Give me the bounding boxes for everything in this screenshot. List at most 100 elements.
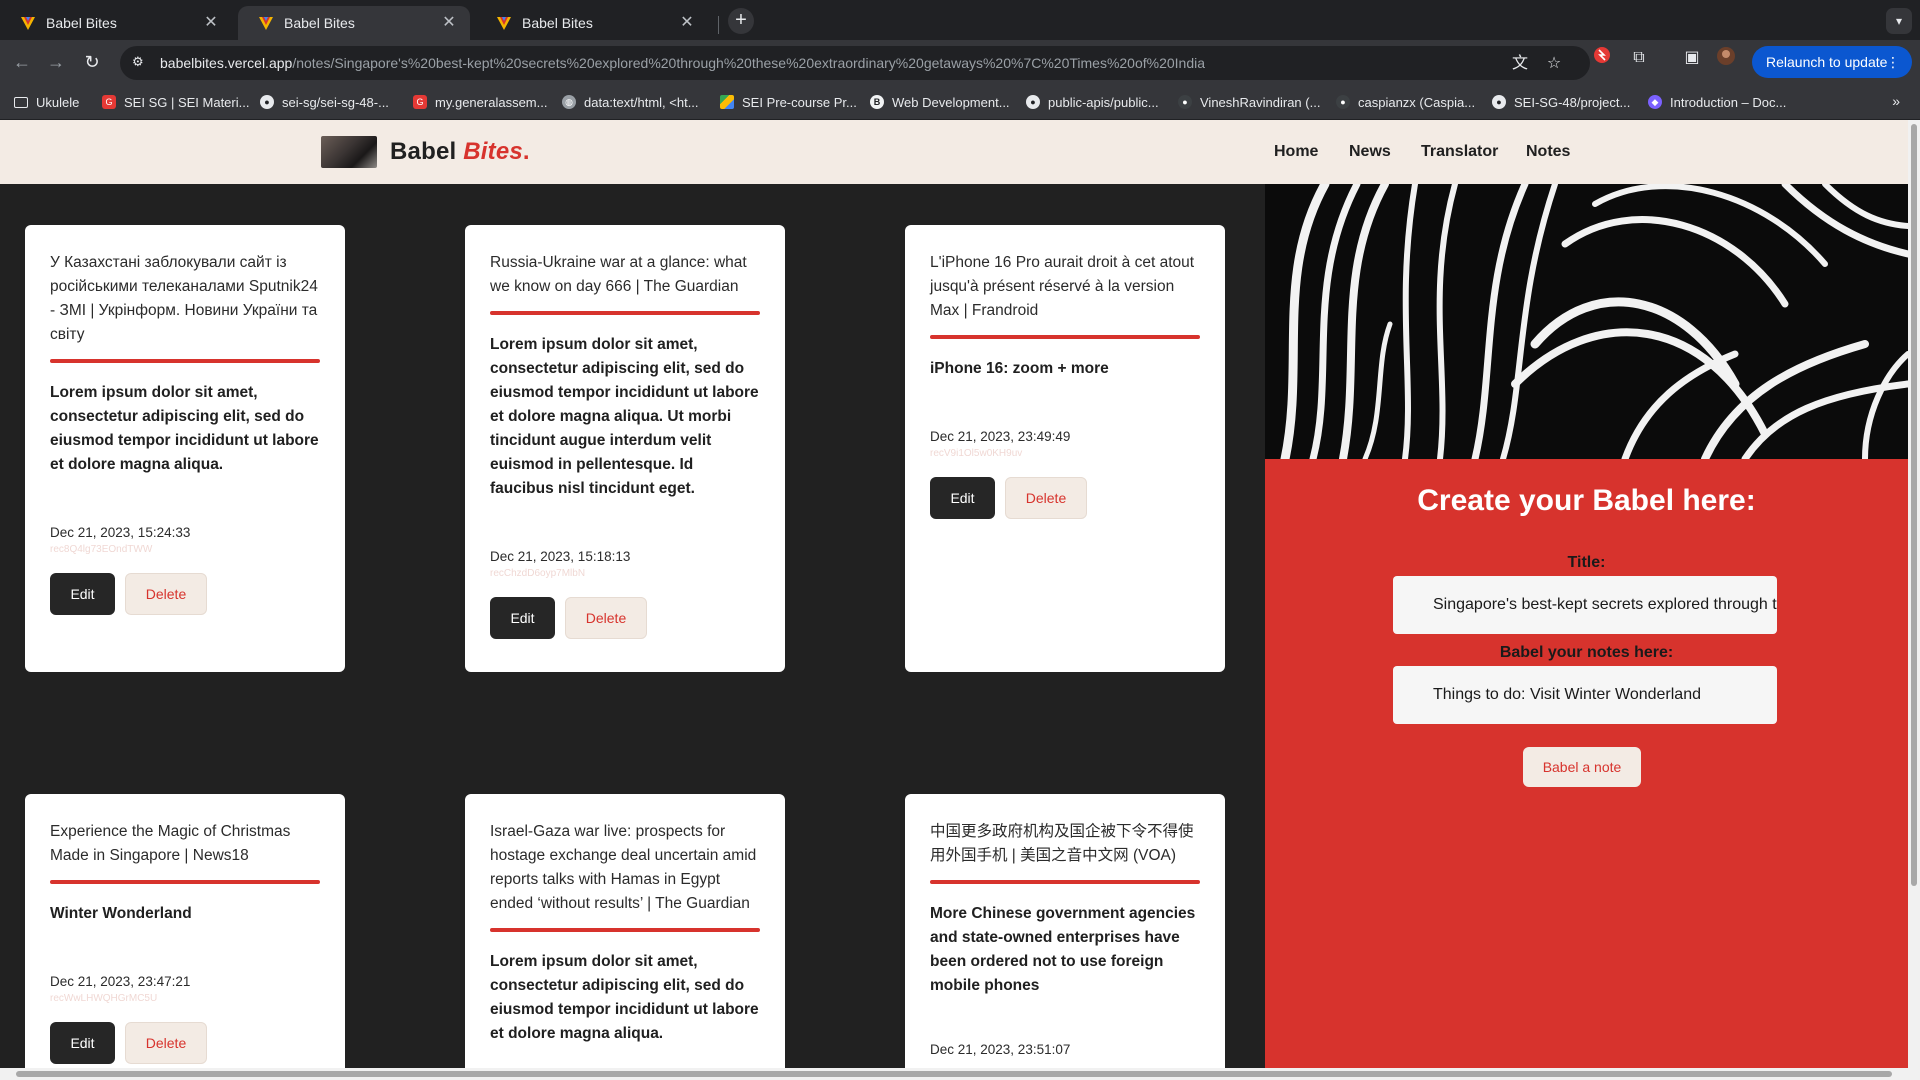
edit-button[interactable]: Edit bbox=[930, 477, 995, 519]
bookmark-label: SEI Pre-course Pr... bbox=[742, 94, 857, 110]
card-record-id: recChzdD6oyp7MlbN bbox=[490, 568, 586, 579]
delete-button[interactable]: Delete bbox=[125, 573, 207, 615]
relaunch-label: Relaunch to update bbox=[1766, 54, 1888, 70]
horizontal-scrollbar[interactable] bbox=[0, 1068, 1908, 1080]
card-body: iPhone 16: zoom + more bbox=[930, 360, 1109, 377]
title-input[interactable]: Singapore's best-kept secrets explored t… bbox=[1393, 576, 1777, 634]
card-record-id: rec8Q4lg73EOndTWW bbox=[50, 544, 153, 555]
babel-a-note-button[interactable]: Babel a note bbox=[1523, 747, 1641, 787]
edit-button[interactable]: Edit bbox=[50, 1022, 115, 1064]
bookmark-item[interactable]: G SEI SG | SEI Materi... bbox=[102, 93, 249, 111]
card-body: Lorem ipsum dolor sit amet, consectetur … bbox=[490, 953, 759, 1042]
logo-image[interactable] bbox=[321, 136, 377, 168]
scrollbar-thumb[interactable] bbox=[16, 1071, 1892, 1077]
github-icon: ● bbox=[1026, 95, 1040, 109]
site-settings-icon[interactable]: ⚙ bbox=[132, 54, 150, 72]
scrollbar-thumb[interactable] bbox=[1911, 124, 1917, 886]
bookmark-star-icon[interactable]: ☆ bbox=[1544, 54, 1564, 74]
side-panel-icon[interactable]: ▣ bbox=[1680, 46, 1704, 70]
babel-favicon-icon bbox=[21, 17, 35, 30]
bookmark-item[interactable]: ● SEI-SG-48/project... bbox=[1492, 93, 1630, 111]
folder-icon bbox=[14, 96, 28, 108]
card-title: Russia-Ukraine war at a glance: what we … bbox=[490, 254, 747, 295]
address-bar[interactable]: ⚙ babelbites.vercel.app/notes/Singapore'… bbox=[120, 46, 1590, 80]
bookmark-item[interactable]: Gmy.generalassem... bbox=[413, 93, 547, 111]
babel-favicon-icon bbox=[497, 17, 511, 30]
tab-search-button[interactable]: ▾ bbox=[1886, 8, 1912, 34]
browser-tab-2[interactable]: Babel Bites ✕ bbox=[238, 6, 470, 40]
close-tab-icon[interactable]: ✕ bbox=[678, 14, 696, 32]
title-label: Title: bbox=[1567, 554, 1606, 571]
delete-button[interactable]: Delete bbox=[565, 597, 647, 639]
brand-accent: Bites bbox=[463, 138, 523, 165]
edit-button[interactable]: Edit bbox=[490, 597, 555, 639]
abstract-lines-image bbox=[1265, 184, 1908, 459]
card-date: Dec 21, 2023, 15:18:13 bbox=[490, 549, 631, 564]
delete-button[interactable]: Delete bbox=[125, 1022, 207, 1064]
brand-logo[interactable]: Babel Bites. bbox=[390, 138, 530, 166]
delete-button[interactable]: Delete bbox=[1005, 477, 1087, 519]
card-body: More Chinese government agencies and sta… bbox=[930, 905, 1196, 994]
note-card: У Казахстані заблокували сайт із російсь… bbox=[25, 225, 345, 672]
new-tab-button[interactable]: + bbox=[728, 8, 754, 34]
github-icon: ● bbox=[1336, 95, 1350, 109]
nav-home[interactable]: Home bbox=[1274, 143, 1318, 161]
drive-icon bbox=[720, 95, 734, 109]
bookmark-label: VineshRavindiran (... bbox=[1200, 94, 1321, 110]
card-body: Lorem ipsum dolor sit amet, consectetur … bbox=[50, 384, 319, 473]
card-title: Experience the Magic of Christmas Made i… bbox=[50, 823, 291, 864]
url-text[interactable]: babelbites.vercel.app/notes/Singapore's%… bbox=[160, 55, 1205, 71]
bookmark-item[interactable]: ● public-apis/public... bbox=[1026, 93, 1159, 111]
more-menu-icon[interactable]: ⋮ bbox=[1886, 46, 1900, 78]
bookmark-label: my.generalassem... bbox=[435, 94, 548, 110]
profile-avatar-icon[interactable] bbox=[1714, 46, 1738, 70]
extension-red-icon[interactable] bbox=[1590, 46, 1614, 70]
translate-icon[interactable]: 文 bbox=[1510, 54, 1530, 74]
bookmark-item[interactable]: ● sei-sg/sei-sg-48-... bbox=[260, 93, 389, 111]
globe-icon: ◍ bbox=[562, 95, 576, 109]
doc-icon: ◆ bbox=[1648, 95, 1662, 109]
bookmark-item[interactable]: SEI Pre-course Pr... bbox=[720, 93, 857, 111]
note-card: Russia-Ukraine war at a glance: what we … bbox=[465, 225, 785, 672]
notes-input[interactable]: Things to do: Visit Winter Wonderland bbox=[1393, 666, 1777, 724]
bookmark-item[interactable]: ● VineshRavindiran (... bbox=[1178, 93, 1320, 111]
card-divider bbox=[930, 880, 1200, 884]
card-date: Dec 21, 2023, 15:24:33 bbox=[50, 525, 191, 540]
bookmark-label: Ukulele bbox=[36, 94, 80, 110]
bookmark-item[interactable]: ◍ data:text/html, <ht... bbox=[562, 93, 699, 111]
note-card: Experience the Magic of Christmas Made i… bbox=[25, 794, 345, 1080]
back-arrow-icon[interactable]: ← bbox=[10, 50, 34, 74]
tab-title: Babel Bites bbox=[46, 15, 117, 31]
relaunch-to-update-button[interactable]: Relaunch to update ⋮ bbox=[1752, 46, 1912, 78]
webpage: Babel Bites. Home News Translator Notes … bbox=[0, 120, 1908, 1080]
card-record-id: recWwLHWQHGrMC5U bbox=[50, 993, 158, 1004]
more-bookmarks-icon[interactable]: » bbox=[1892, 93, 1900, 109]
bookmark-item[interactable]: Ukulele bbox=[14, 93, 79, 111]
bookmark-label: sei-sg/sei-sg-48-... bbox=[282, 94, 389, 110]
nav-translator[interactable]: Translator bbox=[1421, 143, 1498, 161]
card-divider bbox=[490, 928, 760, 932]
ga-icon: G bbox=[413, 95, 427, 109]
nav-notes[interactable]: Notes bbox=[1526, 143, 1570, 161]
bookmark-label: SEI SG | SEI Materi... bbox=[124, 94, 250, 110]
babel-favicon-icon bbox=[259, 17, 273, 30]
close-tab-icon[interactable]: ✕ bbox=[202, 14, 220, 32]
bookmark-item[interactable]: ● caspianzx (Caspia... bbox=[1336, 93, 1475, 111]
create-note-panel: Create your Babel here: Title: Singapore… bbox=[1265, 184, 1908, 1080]
close-tab-icon[interactable]: ✕ bbox=[440, 14, 458, 32]
card-title: Israel-Gaza war live: prospects for host… bbox=[490, 823, 757, 912]
card-divider bbox=[490, 311, 760, 315]
extensions-puzzle-icon[interactable]: ⧉ bbox=[1627, 46, 1651, 70]
browser-tab-3[interactable]: Babel Bites ✕ bbox=[476, 6, 708, 40]
browser-tab-1[interactable]: Babel Bites ✕ bbox=[0, 6, 232, 40]
edit-button[interactable]: Edit bbox=[50, 573, 115, 615]
nav-news[interactable]: News bbox=[1349, 143, 1391, 161]
bookmark-item[interactable]: ◆ Introduction – Doc... bbox=[1648, 93, 1786, 111]
bookmark-item[interactable]: B Web Development... bbox=[870, 93, 1010, 111]
forward-arrow-icon[interactable]: → bbox=[44, 50, 68, 74]
reload-icon[interactable]: ↻ bbox=[80, 50, 104, 74]
bookmark-label: caspianzx (Caspia... bbox=[1358, 94, 1476, 110]
bookmarks-bar: Ukulele G SEI SG | SEI Materi... ● sei-sg/… bbox=[0, 84, 1920, 120]
vertical-scrollbar[interactable] bbox=[1908, 120, 1920, 1080]
note-card: L'iPhone 16 Pro aurait droit à cet atout… bbox=[905, 225, 1225, 672]
